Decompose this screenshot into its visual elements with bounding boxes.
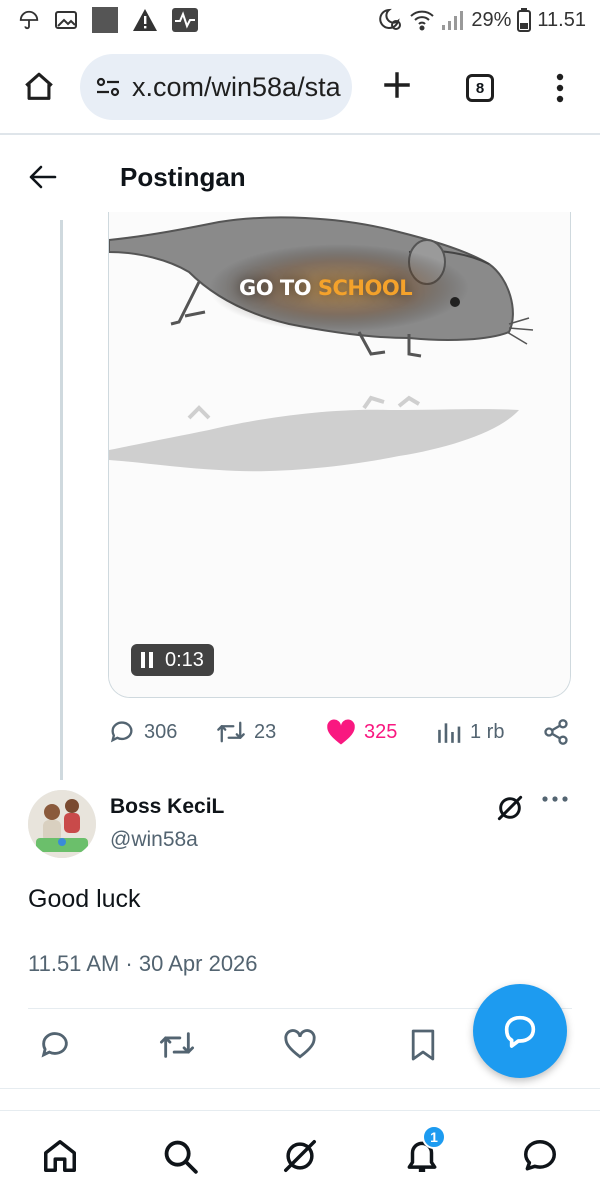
- comment-icon[interactable]: [38, 1028, 72, 1062]
- home-icon[interactable]: [40, 1137, 80, 1175]
- like-action[interactable]: 325: [326, 718, 397, 746]
- warning-icon: [132, 8, 158, 32]
- bar-chart-icon: [436, 718, 462, 746]
- messages-icon[interactable]: [520, 1137, 560, 1175]
- wifi-icon: [409, 8, 435, 32]
- notifications-icon[interactable]: 1: [402, 1125, 446, 1175]
- thread-connector: [60, 220, 63, 780]
- address-bar[interactable]: x.com/win58a/sta: [80, 54, 352, 120]
- notification-badge: 1: [422, 1125, 446, 1149]
- video-player[interactable]: GO TO SCHOOL 0:13: [108, 212, 571, 698]
- home-icon[interactable]: [22, 70, 56, 104]
- battery-icon: [517, 8, 532, 32]
- more-horizontal-icon[interactable]: [540, 792, 570, 806]
- post-action-bar: 306 23 325 1 rb: [108, 718, 578, 754]
- bottom-navigation: 1: [0, 1110, 600, 1200]
- video-time: 0:13: [165, 648, 204, 671]
- compose-reply-button[interactable]: [473, 984, 567, 1078]
- caption-school: SCHOOL: [317, 276, 413, 300]
- page-title: Postingan: [120, 162, 246, 192]
- page-header: Postingan: [0, 140, 600, 214]
- more-vertical-icon[interactable]: [548, 70, 572, 106]
- site-settings-icon[interactable]: [94, 73, 122, 101]
- activity-icon: [172, 8, 198, 32]
- repost-icon: [216, 718, 246, 746]
- view-count: 1 rb: [470, 720, 505, 743]
- heart-icon[interactable]: [283, 1028, 317, 1060]
- image-icon: [54, 9, 78, 31]
- share-icon: [542, 718, 570, 746]
- grok-icon[interactable]: [494, 792, 526, 824]
- url-text[interactable]: x.com/win58a/sta: [132, 72, 341, 103]
- divider: [0, 133, 600, 135]
- reply-action[interactable]: 306: [108, 718, 177, 746]
- heart-filled-icon: [326, 718, 356, 746]
- pause-icon[interactable]: [141, 652, 153, 668]
- chat-bubble-icon: [500, 1011, 540, 1051]
- repost-icon[interactable]: [158, 1028, 196, 1062]
- repost-count: 23: [254, 720, 277, 743]
- bookmark-icon[interactable]: [409, 1028, 437, 1062]
- author-handle[interactable]: @win58a: [110, 828, 198, 852]
- post-timestamp[interactable]: 11.51 AM · 30 Apr 2026: [28, 951, 258, 977]
- comment-icon: [108, 718, 136, 746]
- video-caption: GO TO SCHOOL: [239, 276, 413, 300]
- signal-icon: [441, 10, 465, 30]
- like-count: 325: [364, 720, 398, 743]
- post-text: Good luck: [28, 885, 141, 913]
- square-icon: [92, 7, 118, 33]
- browser-toolbar: x.com/win58a/sta 8: [0, 44, 600, 132]
- video-time-badge[interactable]: 0:13: [131, 644, 214, 676]
- avatar[interactable]: [28, 790, 96, 858]
- search-icon[interactable]: [160, 1137, 200, 1175]
- battery-percent: 29%: [471, 8, 512, 31]
- moon-alarm-icon: [377, 8, 403, 32]
- reply-count: 306: [144, 720, 178, 743]
- status-bar: 29% 11.51: [0, 0, 600, 40]
- tab-count: 8: [475, 79, 485, 97]
- grok-icon[interactable]: [280, 1137, 320, 1175]
- divider: [0, 1088, 600, 1089]
- caption-go-to: GO TO: [239, 276, 312, 300]
- repost-action[interactable]: 23: [216, 718, 276, 746]
- back-arrow-icon[interactable]: [28, 164, 58, 190]
- clock: 11.51: [537, 8, 586, 31]
- share-action[interactable]: [542, 718, 570, 746]
- new-tab-icon[interactable]: [380, 68, 414, 102]
- author-name[interactable]: Boss KeciL: [110, 795, 224, 819]
- views-action[interactable]: 1 rb: [436, 718, 504, 746]
- umbrella-icon: [18, 9, 40, 31]
- tab-switcher-button[interactable]: 8: [466, 74, 494, 102]
